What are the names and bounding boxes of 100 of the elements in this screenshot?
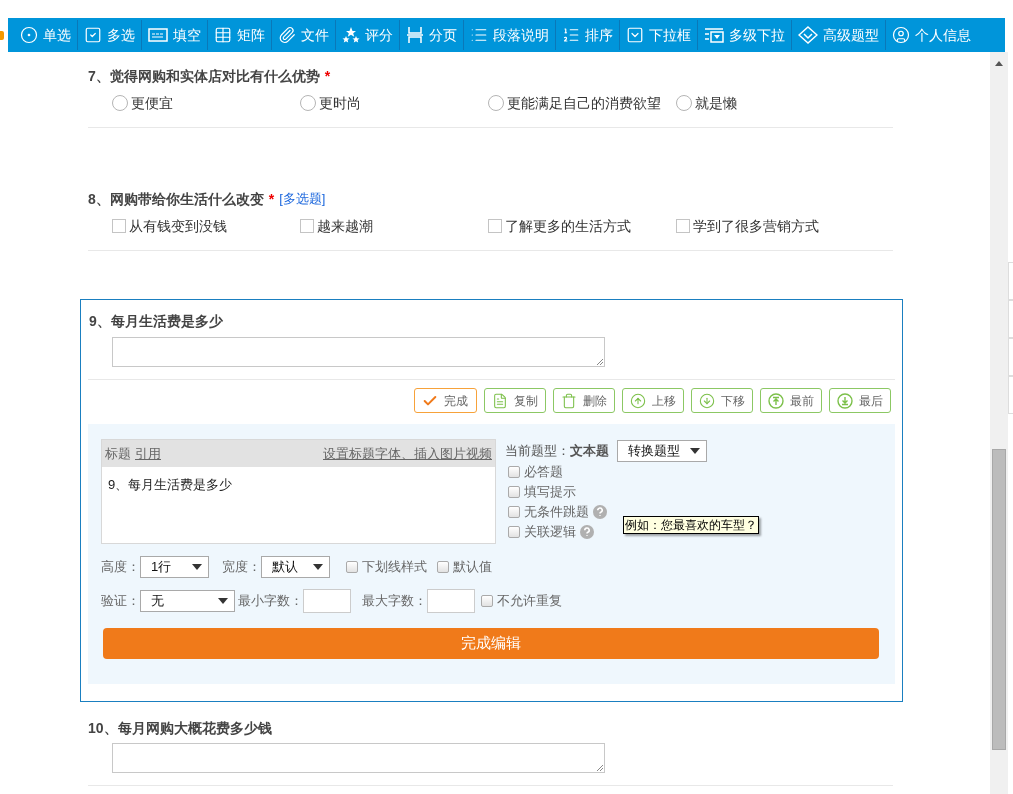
title-editor-field[interactable]: 9、每月生活费是多少 bbox=[102, 467, 495, 495]
checkbox[interactable] bbox=[437, 561, 449, 573]
option-label: 无条件跳题 bbox=[524, 503, 589, 522]
help-icon[interactable] bbox=[593, 505, 607, 519]
toolbar-button[interactable]: 个人信息 bbox=[890, 24, 973, 46]
height-select[interactable]: 1行 bbox=[140, 556, 209, 578]
diamond-check-icon bbox=[798, 26, 818, 44]
caret-icon bbox=[192, 564, 202, 570]
type-value: 文本题 bbox=[570, 442, 609, 458]
answer-box[interactable] bbox=[112, 337, 605, 367]
scrollbar-thumb[interactable] bbox=[992, 449, 1006, 750]
toolbar-button[interactable]: 填空 bbox=[146, 24, 203, 46]
toolbar-button[interactable]: 多级下拉 bbox=[702, 24, 787, 46]
text-input-icon bbox=[148, 27, 168, 43]
arrow-to-bottom-icon bbox=[837, 392, 853, 409]
min-length-field[interactable] bbox=[303, 589, 351, 613]
up-button[interactable]: 上移 bbox=[622, 388, 684, 413]
validate-label: 验证： bbox=[101, 592, 140, 611]
caret-icon bbox=[690, 447, 700, 454]
toolbar-button[interactable]: 下拉框 bbox=[624, 24, 693, 46]
list-icon bbox=[470, 26, 488, 44]
resize-grip-icon bbox=[596, 358, 603, 365]
width-label: 宽度： bbox=[222, 558, 261, 577]
option-label: 默认值 bbox=[453, 558, 492, 577]
checkbox[interactable] bbox=[300, 219, 314, 233]
convert-type-select[interactable]: 转换题型 bbox=[617, 439, 707, 462]
title-font-link[interactable]: 设置标题字体、插入图片视频 bbox=[323, 443, 492, 464]
finish-edit-button[interactable]: 完成编辑 bbox=[103, 628, 879, 659]
option-label: 更时尚 bbox=[319, 93, 361, 113]
option-label: 越来越潮 bbox=[317, 216, 373, 236]
checkbox[interactable] bbox=[112, 219, 126, 233]
option-label: 了解更多的生活方式 bbox=[505, 216, 631, 236]
last-button[interactable]: 最后 bbox=[829, 388, 891, 413]
width-select[interactable]: 默认 bbox=[261, 556, 330, 578]
height-label: 高度： bbox=[101, 558, 140, 577]
max-length-field[interactable] bbox=[427, 589, 475, 613]
scrollbar[interactable] bbox=[990, 52, 1008, 794]
checkbox[interactable] bbox=[508, 506, 520, 518]
user-icon bbox=[892, 26, 910, 44]
toolbar-button[interactable]: 多选 bbox=[82, 24, 137, 46]
copy-button[interactable]: 复制 bbox=[484, 388, 546, 413]
paperclip-icon bbox=[278, 26, 296, 44]
arrow-to-top-icon bbox=[768, 392, 784, 409]
radio-button[interactable] bbox=[300, 95, 316, 111]
radio-button[interactable] bbox=[676, 95, 692, 111]
radio-icon bbox=[20, 26, 38, 44]
checkbox-icon bbox=[84, 26, 102, 44]
first-button[interactable]: 最前 bbox=[760, 388, 822, 413]
question-title: 10、每月网购大概花费多少钱 bbox=[88, 718, 272, 738]
arrow-down-icon bbox=[699, 392, 715, 409]
option-label: 填写提示 bbox=[524, 483, 576, 502]
radio-button[interactable] bbox=[112, 95, 128, 111]
toolbar-button[interactable]: 评分 bbox=[340, 24, 395, 46]
option-label: 关联逻辑 bbox=[524, 523, 576, 542]
dropdown-icon bbox=[626, 26, 644, 44]
ordered-list-icon bbox=[562, 26, 580, 44]
help-icon[interactable] bbox=[580, 525, 594, 539]
toolbar-button[interactable]: 矩阵 bbox=[212, 24, 267, 46]
checkbox[interactable] bbox=[488, 219, 502, 233]
toolbar-button[interactable]: 排序 bbox=[560, 24, 615, 46]
toolbar-button[interactable]: 段落说明 bbox=[468, 24, 551, 46]
checkbox[interactable] bbox=[508, 486, 520, 498]
option-label: 下划线样式 bbox=[362, 558, 427, 577]
option-label: 不允许重复 bbox=[497, 592, 562, 611]
question-title: 9、每月生活费是多少 bbox=[89, 311, 223, 331]
toolbar-button[interactable]: 文件 bbox=[276, 24, 331, 46]
title-label: 标题 bbox=[105, 444, 131, 463]
option-label: 就是懒 bbox=[695, 93, 737, 113]
question-title: 8、网购带给你生活什么改变 bbox=[88, 189, 264, 209]
option-label: 更便宜 bbox=[131, 93, 173, 113]
required-mark: * bbox=[268, 189, 275, 209]
validate-select[interactable]: 无 bbox=[140, 590, 235, 612]
checkbox[interactable] bbox=[508, 466, 520, 478]
resize-grip-icon bbox=[596, 764, 603, 771]
answer-box[interactable] bbox=[112, 743, 605, 773]
question-title: 7、觉得网购和实体店对比有什么优势 bbox=[88, 66, 320, 86]
toolbar-button[interactable]: 分页 bbox=[404, 24, 459, 46]
side-tab[interactable] bbox=[1008, 300, 1013, 338]
document-icon bbox=[492, 392, 508, 409]
side-tab[interactable] bbox=[1008, 376, 1013, 414]
multi-select-tag[interactable]: [多选题] bbox=[279, 189, 326, 209]
caret-icon bbox=[313, 564, 323, 570]
toolbar-button[interactable]: 高级题型 bbox=[796, 24, 881, 46]
caret-icon bbox=[218, 598, 228, 604]
done-button[interactable]: 完成 bbox=[414, 388, 477, 413]
required-mark: * bbox=[324, 66, 331, 86]
checkbox[interactable] bbox=[346, 561, 358, 573]
delete-button[interactable]: 删除 bbox=[553, 388, 615, 413]
checkbox[interactable] bbox=[481, 595, 493, 607]
side-tab[interactable] bbox=[1008, 338, 1013, 376]
arrow-up-icon bbox=[630, 392, 646, 409]
option-label: 从有钱变到没钱 bbox=[129, 216, 227, 236]
quote-link[interactable]: 引用 bbox=[135, 443, 161, 464]
radio-button[interactable] bbox=[488, 95, 504, 111]
side-tab[interactable] bbox=[1008, 262, 1013, 300]
checkbox[interactable] bbox=[676, 219, 690, 233]
checkbox[interactable] bbox=[508, 526, 520, 538]
logo-fragment-icon bbox=[0, 30, 4, 40]
toolbar-button[interactable]: 单选 bbox=[18, 24, 73, 46]
down-button[interactable]: 下移 bbox=[691, 388, 753, 413]
